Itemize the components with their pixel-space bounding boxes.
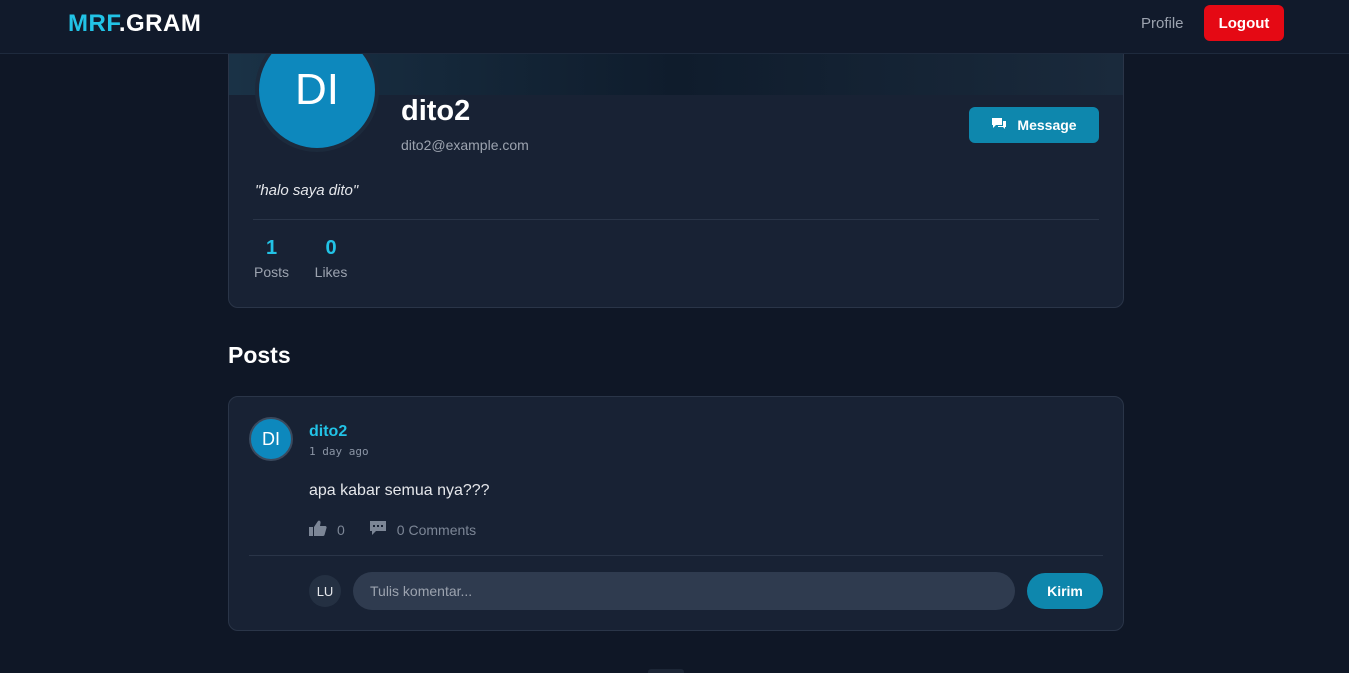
like-button[interactable]: 0 (309, 520, 345, 539)
message-bubble-icon (991, 117, 1007, 134)
thumbs-up-icon (309, 520, 327, 539)
scroll-edge-hint (648, 669, 684, 673)
post-divider (249, 555, 1103, 556)
profile-username: dito2 (401, 95, 471, 127)
comments-button[interactable]: 0 Comments (369, 520, 476, 539)
stat-likes-label: Likes (314, 264, 348, 280)
post-author-name[interactable]: dito2 (309, 423, 347, 441)
profile-bio: "halo saya dito" (255, 182, 359, 199)
message-button-label: Message (1017, 117, 1077, 133)
submit-comment-button[interactable]: Kirim (1027, 573, 1103, 609)
brand-logo-part-b: .GRAM (118, 10, 202, 37)
logout-button[interactable]: Logout (1204, 5, 1284, 41)
post-timestamp: 1 day ago (309, 445, 369, 458)
stat-posts: 1 Posts (253, 237, 290, 280)
stat-posts-value: 1 (265, 237, 278, 259)
stat-likes: 0 Likes (313, 237, 349, 280)
profile-divider (253, 219, 1099, 220)
comment-user-avatar: LU (309, 575, 341, 607)
posts-heading: Posts (228, 342, 291, 368)
comment-input[interactable] (353, 572, 1015, 610)
post-author-avatar[interactable]: DI (249, 417, 293, 461)
brand-logo[interactable]: MRF.GRAM (68, 10, 201, 38)
profile-email: dito2@example.com (401, 137, 529, 153)
post-actions: 0 0 Comments (309, 520, 476, 539)
stat-posts-label: Posts (253, 264, 289, 280)
comments-count-label: 0 Comments (396, 521, 477, 538)
message-button[interactable]: Message (969, 107, 1099, 143)
navbar: MRF.GRAM Profile Logout (0, 0, 1349, 54)
stat-likes-value: 0 (325, 237, 337, 259)
post-content: apa kabar semua nya??? (309, 482, 490, 499)
comment-icon (369, 520, 387, 539)
brand-logo-part-a: MRF (68, 10, 119, 37)
post-card: DI dito2 1 day ago apa kabar semua nya??… (228, 396, 1124, 631)
nav-profile-link[interactable]: Profile (1141, 15, 1184, 32)
like-count: 0 (337, 521, 345, 538)
